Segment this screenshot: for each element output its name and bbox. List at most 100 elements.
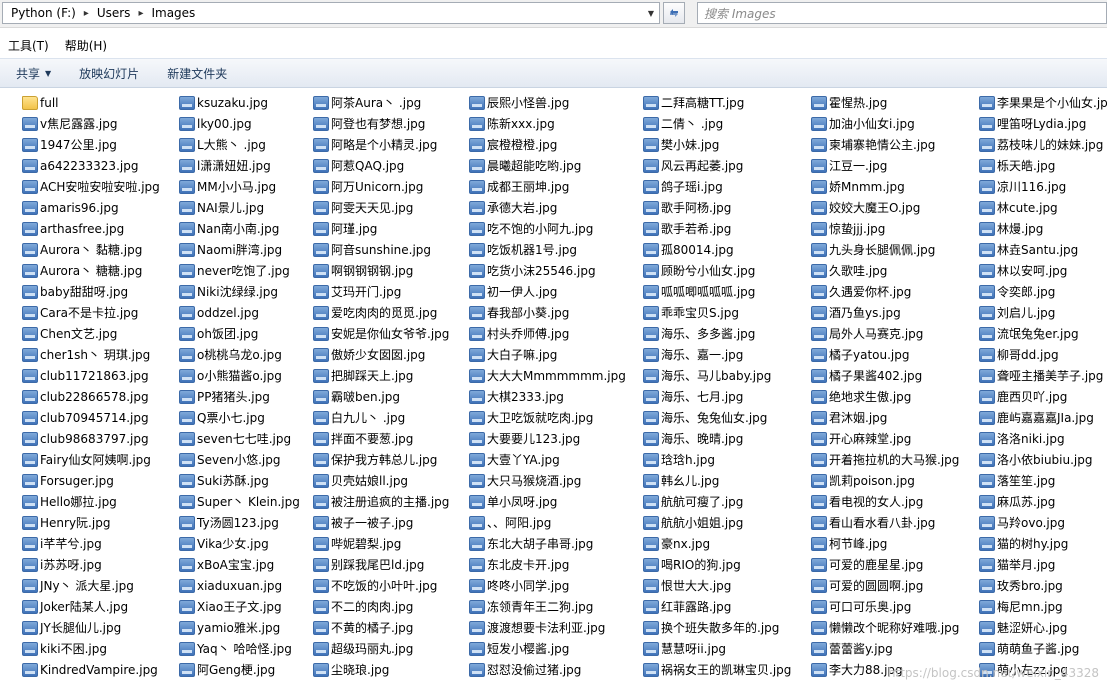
file-item[interactable]: xiaduxuan.jpg (179, 575, 300, 596)
file-item[interactable]: o小熊猫酱o.jpg (179, 365, 300, 386)
file-item[interactable]: Naomi胖湾.jpg (179, 239, 300, 260)
search-input[interactable]: 搜索 Images (697, 2, 1107, 24)
file-item[interactable]: 不二的肉肉.jpg (313, 596, 449, 617)
file-item[interactable]: xBoA宝宝.jpg (179, 554, 300, 575)
file-item[interactable]: 吃货小沫25546.jpg (469, 260, 626, 281)
file-item[interactable]: 吃饭机器1号.jpg (469, 239, 626, 260)
file-item[interactable]: 海乐、嘉一.jpg (643, 344, 791, 365)
file-item[interactable]: 萌萌鱼子酱.jpg (979, 638, 1107, 659)
file-item[interactable]: 红菲露路.jpg (643, 596, 791, 617)
file-item[interactable]: i苏苏呀.jpg (22, 554, 160, 575)
file-item[interactable]: 大卫吃饭就吃肉.jpg (469, 407, 626, 428)
file-item[interactable]: 乖乖宝贝S.jpg (643, 302, 791, 323)
file-item[interactable]: JY长腿仙儿.jpg (22, 617, 160, 638)
file-item[interactable]: 吃不饱的小阿九.jpg (469, 218, 626, 239)
file-item[interactable]: 海乐、晚晴.jpg (643, 428, 791, 449)
file-item[interactable]: 魅涩妍心.jpg (979, 617, 1107, 638)
file-item[interactable]: seven七七哇.jpg (179, 428, 300, 449)
file-item[interactable]: 九头身长腿佩佩.jpg (811, 239, 959, 260)
file-item[interactable]: 鸽子瑶i.jpg (643, 176, 791, 197)
file-item[interactable]: v焦尼露露.jpg (22, 113, 160, 134)
file-item[interactable]: 怼怼没偷过猪.jpg (469, 659, 626, 680)
file-item[interactable]: 可爱的鹿星星.jpg (811, 554, 959, 575)
file-item[interactable]: KindredVampire.jpg (22, 659, 160, 680)
file-item[interactable]: Super丶 Klein.jpg (179, 491, 300, 512)
file-item[interactable]: never吃饱了.jpg (179, 260, 300, 281)
file-item[interactable]: 单小凤呀.jpg (469, 491, 626, 512)
file-item[interactable]: 猫举月.jpg (979, 554, 1107, 575)
file-item[interactable]: Niki沈绿绿.jpg (179, 281, 300, 302)
file-item[interactable]: 惊蛰jjj.jpg (811, 218, 959, 239)
file-item[interactable]: 孤80014.jpg (643, 239, 791, 260)
file-item[interactable]: 大大大Mmmmmmm.jpg (469, 365, 626, 386)
file-item[interactable]: 洛洛niki.jpg (979, 428, 1107, 449)
file-item[interactable]: 祸祸女王的凯琳宝贝.jpg (643, 659, 791, 680)
file-item[interactable]: 白九儿丶 .jpg (313, 407, 449, 428)
file-item[interactable]: 冻领青年王二狗.jpg (469, 596, 626, 617)
file-item[interactable]: l潇潇妞妞.jpg (179, 155, 300, 176)
file-item[interactable]: 姣姣大魔王O.jpg (811, 197, 959, 218)
file-item[interactable]: NAI景儿.jpg (179, 197, 300, 218)
file-item[interactable]: 阿登也有梦想.jpg (313, 113, 449, 134)
file-item[interactable]: 麻瓜苏.jpg (979, 491, 1107, 512)
file-item[interactable]: 流氓兔兔er.jpg (979, 323, 1107, 344)
file-item[interactable]: 琀琀h.jpg (643, 449, 791, 470)
file-item[interactable]: L大熊丶 .jpg (179, 134, 300, 155)
file-item[interactable]: 晨曦超能吃哟.jpg (469, 155, 626, 176)
file-item[interactable]: 韩幺儿.jpg (643, 470, 791, 491)
file-item[interactable]: 栎天皓.jpg (979, 155, 1107, 176)
file-item[interactable]: Hello娜拉.jpg (22, 491, 160, 512)
file-item[interactable]: 承德大岩.jpg (469, 197, 626, 218)
file-item[interactable]: Aurora丶 黏糖.jpg (22, 239, 160, 260)
file-item[interactable]: 风云再起萎.jpg (643, 155, 791, 176)
file-item[interactable]: 君沐姻.jpg (811, 407, 959, 428)
file-item[interactable]: 马羚ovo.jpg (979, 512, 1107, 533)
file-item[interactable]: 啊钢钢钢钢.jpg (313, 260, 449, 281)
file-item[interactable]: 加油小仙女i.jpg (811, 113, 959, 134)
file-item[interactable]: 懒懒改个昵称好难哦.jpg (811, 617, 959, 638)
file-item[interactable]: 可爱的圆圆啊.jpg (811, 575, 959, 596)
file-item[interactable]: 成都王丽坤.jpg (469, 176, 626, 197)
file-item[interactable]: i芊芊兮.jpg (22, 533, 160, 554)
file-item[interactable]: 把脚踩天上.jpg (313, 365, 449, 386)
file-item[interactable]: MM小小马.jpg (179, 176, 300, 197)
file-item[interactable]: oh饭团.jpg (179, 323, 300, 344)
file-item[interactable]: 海乐、七月.jpg (643, 386, 791, 407)
file-item[interactable]: 歌手阿杨.jpg (643, 197, 791, 218)
file-item[interactable]: 开心麻辣堂.jpg (811, 428, 959, 449)
file-item[interactable]: 贝壳姑娘ll.jpg (313, 470, 449, 491)
file-item[interactable]: JNy丶 派大星.jpg (22, 575, 160, 596)
file-item[interactable]: 换个班失散多年的.jpg (643, 617, 791, 638)
file-item[interactable]: 哩笛呀Lydia.jpg (979, 113, 1107, 134)
file-item[interactable]: a642233323.jpg (22, 155, 160, 176)
file-item[interactable]: 村头乔师傅.jpg (469, 323, 626, 344)
file-item[interactable]: Aurora丶 糖糖.jpg (22, 260, 160, 281)
file-item[interactable]: 辰熙小怪兽.jpg (469, 92, 626, 113)
file-item[interactable]: 看山看水看八卦.jpg (811, 512, 959, 533)
file-item[interactable]: 柳哥dd.jpg (979, 344, 1107, 365)
file-item[interactable]: 蕾蕾酱y.jpg (811, 638, 959, 659)
file-item[interactable]: ACH安啦安啦安啦.jpg (22, 176, 160, 197)
file-item[interactable]: 傲娇少女囡囡.jpg (313, 344, 449, 365)
file-item[interactable]: 海乐、多多酱.jpg (643, 323, 791, 344)
file-item[interactable]: 霍惺热.jpg (811, 92, 959, 113)
file-item[interactable]: 短发小樱酱.jpg (469, 638, 626, 659)
file-item[interactable]: 猫的树hy.jpg (979, 533, 1107, 554)
file-item[interactable]: Fairy仙女阿姨啊.jpg (22, 449, 160, 470)
file-item[interactable]: 海乐、兔兔仙女.jpg (643, 407, 791, 428)
slideshow-button[interactable]: 放映幻灯片 (79, 65, 139, 82)
menu-tools[interactable]: 工具(T) (0, 37, 57, 54)
folder-item[interactable]: full (22, 92, 160, 113)
file-item[interactable]: 橘子果酱402.jpg (811, 365, 959, 386)
file-item[interactable]: 娇Mnmm.jpg (811, 176, 959, 197)
file-item[interactable]: 阿惹QAQ.jpg (313, 155, 449, 176)
file-item[interactable]: kiki不困.jpg (22, 638, 160, 659)
file-item[interactable]: Suki苏酥.jpg (179, 470, 300, 491)
file-item[interactable]: baby甜甜呀.jpg (22, 281, 160, 302)
breadcrumb-users[interactable]: Users (97, 6, 131, 20)
file-item[interactable]: 梅尼mn.jpg (979, 596, 1107, 617)
file-item[interactable]: 凉川116.jpg (979, 176, 1107, 197)
file-item[interactable]: 落笙笙.jpg (979, 470, 1107, 491)
file-item[interactable]: 大只马猴烧酒.jpg (469, 470, 626, 491)
file-item[interactable]: 陈新xxx.jpg (469, 113, 626, 134)
